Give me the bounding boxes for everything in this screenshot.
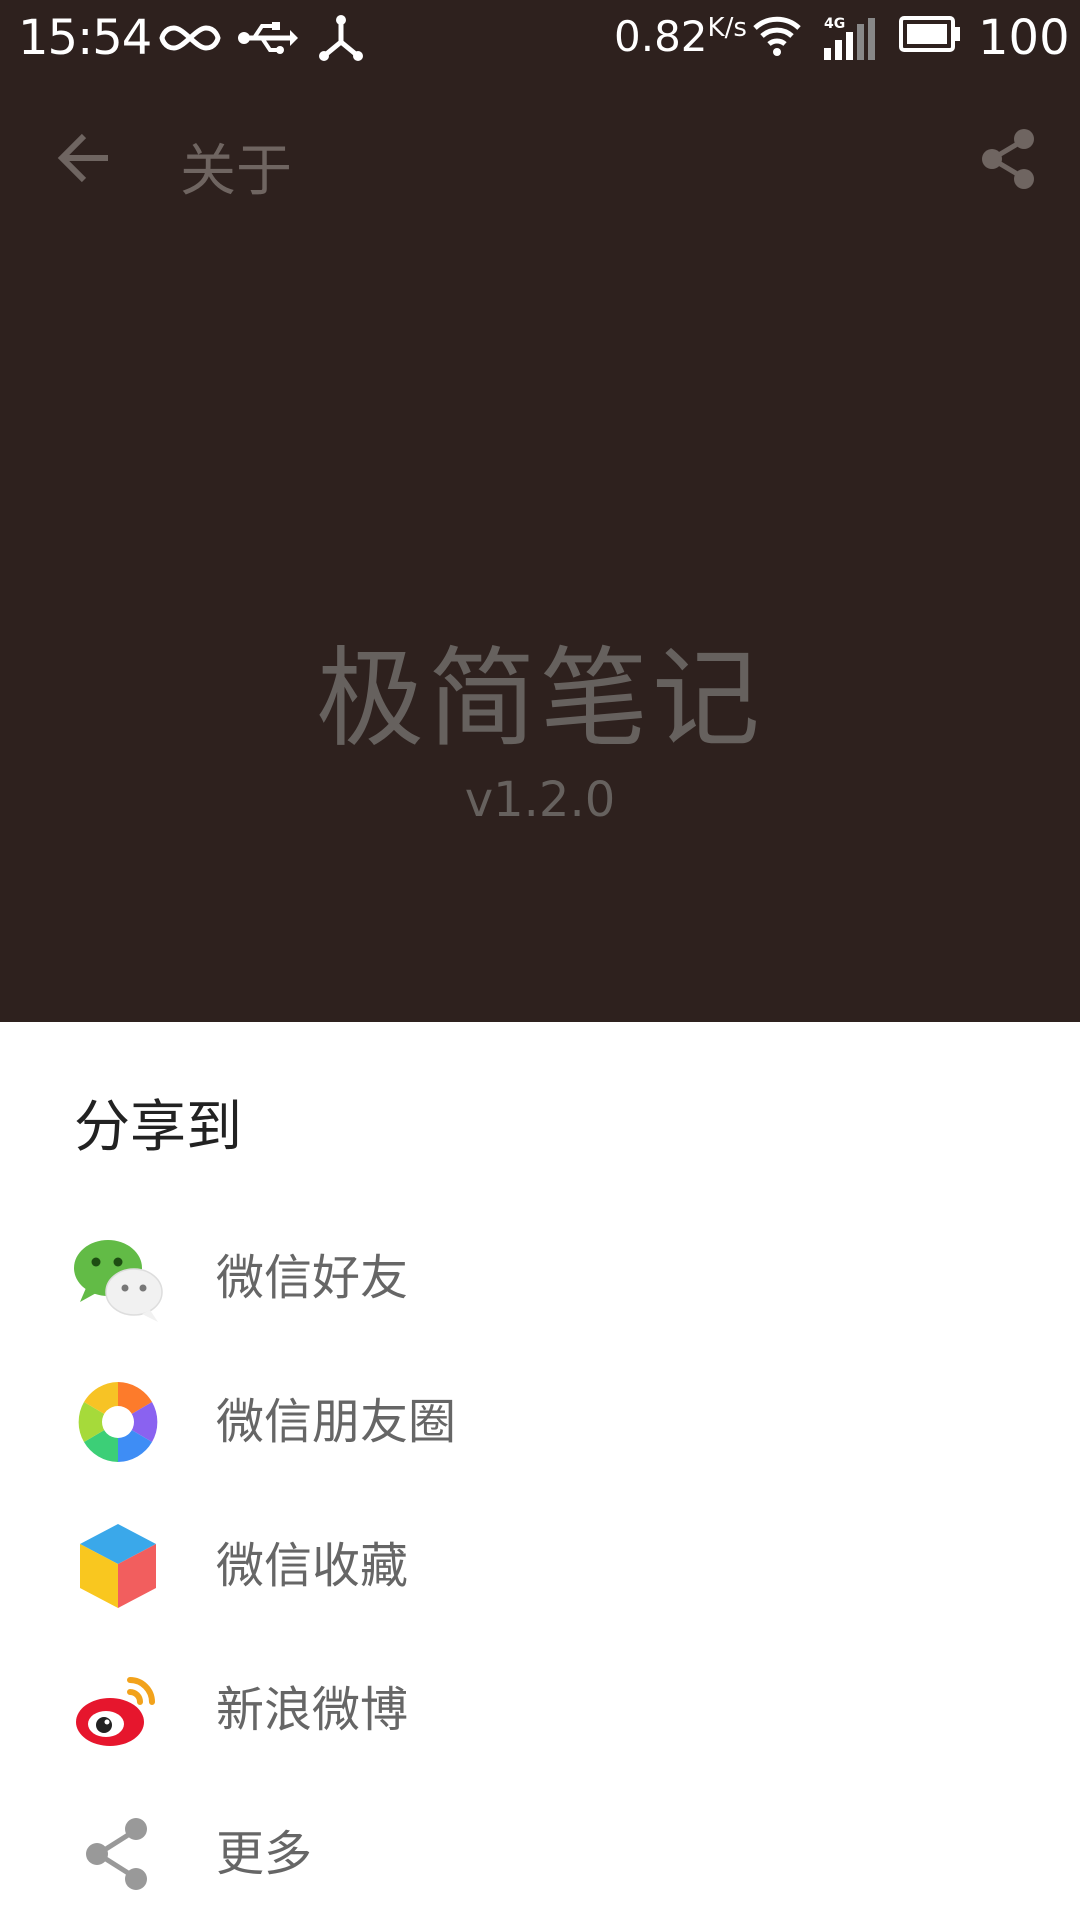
battery-percent: 100 <box>978 10 1070 66</box>
network-speed-unit: K/s <box>707 13 747 43</box>
app-version: v1.2.0 <box>464 772 616 828</box>
share-option-label: 微信好友 <box>216 1250 409 1306</box>
network-speed-value: 0.82 <box>614 12 708 61</box>
share-option-weibo[interactable]: 新浪微博 <box>0 1628 1080 1772</box>
share-option-label: 更多 <box>216 1826 313 1882</box>
wechat-moments-icon <box>78 1382 158 1462</box>
network-type-label: 4G <box>824 16 845 32</box>
share-sheet-title: 分享到 <box>74 1095 242 1160</box>
battery-icon <box>899 16 960 52</box>
status-bar: 15:54 0.82K/s 4G 100 <box>0 0 1080 78</box>
share-option-label: 微信收藏 <box>216 1538 409 1594</box>
arrow-back-icon[interactable] <box>56 130 112 186</box>
share-option-label: 微信朋友圈 <box>216 1394 457 1450</box>
wechat-favorites-icon <box>80 1524 156 1608</box>
share-icon[interactable] <box>978 128 1038 190</box>
weibo-icon <box>76 1677 155 1746</box>
network-speed: 0.82K/s <box>614 12 747 61</box>
share-option-wechat-moments[interactable]: 微信朋友圈 <box>0 1340 1080 1484</box>
share-more-icon <box>86 1818 147 1890</box>
share-option-more[interactable]: 更多 <box>0 1772 1080 1916</box>
share-option-wechat-friend[interactable]: 微信好友 <box>0 1196 1080 1340</box>
debug-icon <box>319 15 363 61</box>
app-bar: 关于 <box>0 78 1080 238</box>
usb-icon <box>238 22 298 54</box>
status-time: 15:54 <box>18 10 152 66</box>
share-option-wechat-favorites[interactable]: 微信收藏 <box>0 1484 1080 1628</box>
infinity-icon <box>159 25 221 51</box>
share-option-label: 新浪微博 <box>216 1682 409 1738</box>
wifi-icon <box>753 16 801 56</box>
app-name: 极简笔记 <box>315 637 764 762</box>
wechat-icon <box>74 1240 163 1322</box>
cellular-signal-icon: 4G <box>824 16 875 60</box>
share-sheet: 分享到 微信好友 微信朋友圈 微信收藏 新浪微博 更多 <box>0 1022 1080 1920</box>
page-title: 关于 <box>180 139 292 204</box>
